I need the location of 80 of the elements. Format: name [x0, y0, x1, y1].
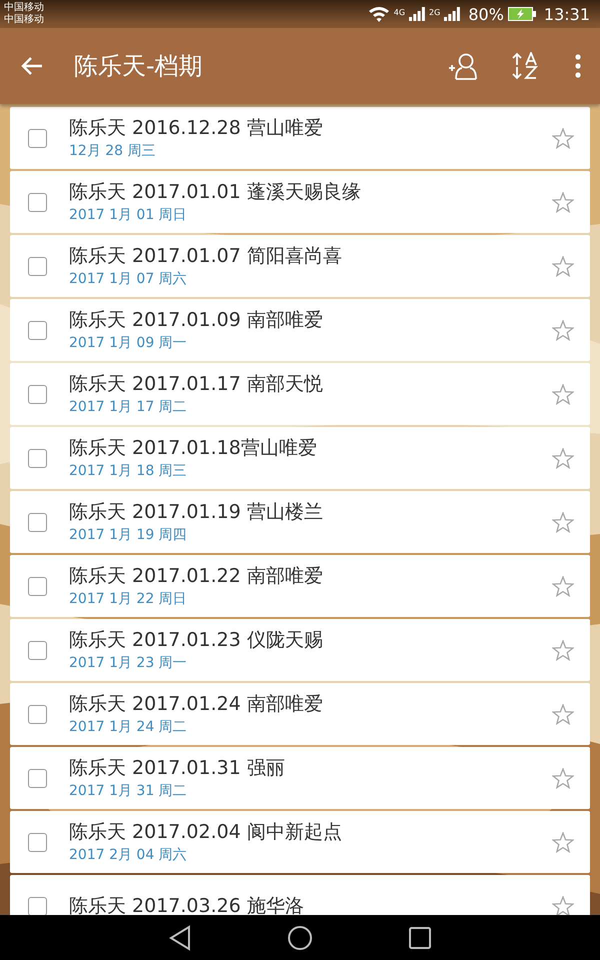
checkbox[interactable]	[28, 128, 47, 148]
event-item[interactable]: 陈乐天 2017.03.26 施华洛	[10, 875, 590, 915]
star-icon[interactable]	[552, 384, 574, 404]
star-icon[interactable]	[552, 448, 574, 468]
event-item[interactable]: 陈乐天 2017.01.19 营山楼兰 2017 1月 19 周四	[10, 491, 590, 553]
event-item[interactable]: 陈乐天 2017.01.17 南部天悦 2017 1月 17 周二	[10, 363, 590, 425]
checkbox[interactable]	[28, 192, 47, 212]
event-item[interactable]: 陈乐天 2016.12.28 营山唯爱 12月 28 周三	[10, 107, 590, 169]
more-icon	[574, 54, 582, 78]
event-item[interactable]: 陈乐天 2017.01.31 强丽 2017 1月 31 周二	[10, 747, 590, 809]
signal-icon	[444, 7, 460, 21]
checkbox[interactable]	[28, 704, 47, 724]
event-date: 12月 28 周三	[69, 142, 157, 161]
star-icon[interactable]	[552, 576, 574, 596]
network-label: 2G	[429, 8, 440, 16]
checkbox[interactable]	[28, 384, 47, 404]
battery-percent: 80%	[468, 4, 504, 24]
battery-icon	[508, 7, 536, 21]
event-item[interactable]: 陈乐天 2017.01.18营山唯爱 2017 1月 18 周三	[10, 427, 590, 489]
back-nav-icon[interactable]	[168, 924, 192, 950]
event-date: 2017 1月 01 周日	[69, 206, 188, 225]
event-date: 2017 1月 07 周六	[69, 270, 188, 289]
event-item[interactable]: 陈乐天 2017.01.24 南部唯爱 2017 1月 24 周二	[10, 683, 590, 745]
clock: 13:31	[544, 4, 590, 24]
event-date: 2017 2月 04 周六	[69, 846, 188, 865]
event-item[interactable]: 陈乐天 2017.01.22 南部唯爱 2017 1月 22 周日	[10, 555, 590, 617]
event-date: 2017 1月 24 周二	[69, 718, 188, 737]
event-item[interactable]: 陈乐天 2017.01.07 简阳喜尚喜 2017 1月 07 周六	[10, 235, 590, 297]
checkbox[interactable]	[28, 256, 47, 276]
wifi-icon	[368, 6, 390, 22]
event-title: 陈乐天 2017.01.18营山唯爱	[69, 436, 318, 461]
star-icon[interactable]	[552, 256, 574, 276]
checkbox[interactable]	[28, 320, 47, 340]
event-title: 陈乐天 2017.01.17 南部天悦	[69, 372, 324, 397]
checkbox[interactable]	[28, 576, 47, 596]
back-arrow-icon	[20, 56, 44, 76]
event-title: 陈乐天 2017.01.24 南部唯爱	[69, 692, 324, 717]
event-title: 陈乐天 2017.03.26 施华洛	[69, 894, 305, 915]
event-date: 2017 1月 18 周三	[69, 462, 188, 481]
event-date: 2017 1月 31 周二	[69, 782, 188, 801]
checkbox[interactable]	[28, 768, 47, 788]
star-icon[interactable]	[552, 320, 574, 340]
event-item[interactable]: 陈乐天 2017.01.01 蓬溪天赐良缘 2017 1月 01 周日	[10, 171, 590, 233]
star-icon[interactable]	[552, 640, 574, 660]
star-icon[interactable]	[552, 128, 574, 148]
event-date: 2017 1月 09 周一	[69, 334, 188, 353]
event-title: 陈乐天 2017.01.22 南部唯爱	[69, 564, 324, 589]
star-icon[interactable]	[552, 512, 574, 532]
star-icon[interactable]	[552, 768, 574, 788]
checkbox[interactable]	[28, 448, 47, 468]
event-title: 陈乐天 2016.12.28 营山唯爱	[69, 116, 324, 141]
event-item[interactable]: 陈乐天 2017.02.04 阆中新起点 2017 2月 04 周六	[10, 811, 590, 873]
recents-nav-icon[interactable]	[408, 926, 432, 950]
star-icon[interactable]	[552, 192, 574, 212]
add-person-icon	[448, 52, 480, 80]
checkbox[interactable]	[28, 512, 47, 532]
event-date: 2017 1月 19 周四	[69, 526, 188, 545]
event-title: 陈乐天 2017.01.01 蓬溪天赐良缘	[69, 180, 362, 205]
checkbox[interactable]	[28, 640, 47, 660]
event-title: 陈乐天 2017.01.19 营山楼兰	[69, 500, 324, 525]
home-nav-icon[interactable]	[286, 924, 313, 950]
signal-icon	[409, 7, 426, 21]
checkbox[interactable]	[28, 832, 47, 852]
carrier-name: 中国移动	[4, 2, 44, 14]
screen-title: 陈乐天-档期	[74, 51, 203, 82]
event-item[interactable]: 陈乐天 2017.01.09 南部唯爱 2017 1月 09 周一	[10, 299, 590, 361]
event-title: 陈乐天 2017.02.04 阆中新起点	[69, 820, 343, 845]
event-item[interactable]: 陈乐天 2017.01.23 仪陇天赐 2017 1月 23 周一	[10, 619, 590, 681]
star-icon[interactable]	[552, 896, 574, 915]
event-date: 2017 1月 22 周日	[69, 590, 188, 609]
star-icon[interactable]	[552, 832, 574, 852]
event-date: 2017 1月 23 周一	[69, 654, 188, 673]
event-title: 陈乐天 2017.01.23 仪陇天赐	[69, 628, 324, 653]
network-label: 4G	[394, 8, 406, 16]
event-title: 陈乐天 2017.01.31 强丽	[69, 756, 286, 781]
event-title: 陈乐天 2017.01.07 简阳喜尚喜	[69, 244, 343, 269]
carrier-name: 中国移动	[4, 14, 44, 26]
event-date: 2017 1月 17 周二	[69, 398, 188, 417]
star-icon[interactable]	[552, 704, 574, 724]
event-title: 陈乐天 2017.01.09 南部唯爱	[69, 308, 324, 333]
